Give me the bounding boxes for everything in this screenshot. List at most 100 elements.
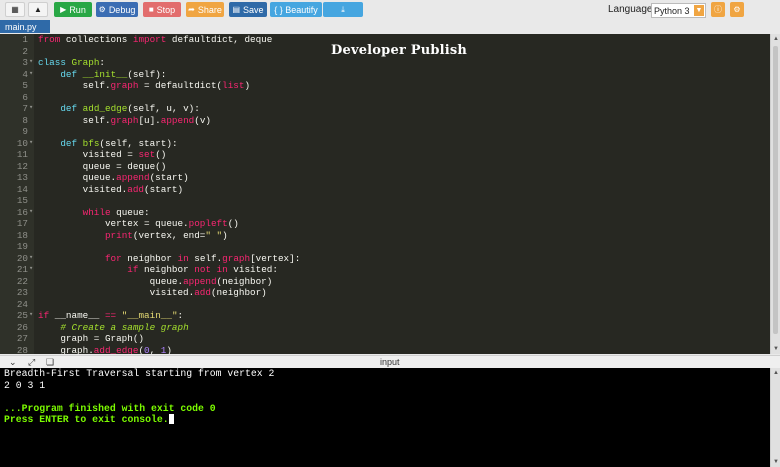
code-line[interactable]: 21 ▾ if neighbor not in visited: <box>0 264 770 276</box>
collapse-icon[interactable]: ⌄ <box>9 357 17 368</box>
file-tab-main[interactable]: main.py <box>0 20 50 33</box>
code-token: list <box>222 80 245 91</box>
code-token: neighbor <box>121 252 178 264</box>
language-select[interactable]: Python 3 ▼ <box>651 3 706 18</box>
code-line[interactable]: 16 ▾ while queue: <box>0 207 770 219</box>
console-title: input <box>380 357 400 367</box>
code-line[interactable]: 11 visited = set() <box>0 149 770 161</box>
stop-button[interactable]: ■ Stop <box>143 2 181 17</box>
code-text: self.graph = defaultdict(list) <box>38 80 250 92</box>
line-number: 12 <box>16 160 28 172</box>
play-icon: ▶ <box>60 4 67 14</box>
line-number: 5 <box>22 80 28 91</box>
code-line[interactable]: 15 <box>0 195 770 207</box>
info-button[interactable]: ⓘ <box>711 2 725 17</box>
code-line[interactable]: 19 <box>0 241 770 253</box>
code-line[interactable]: 9 <box>0 126 770 138</box>
code-token: (self, u, v): <box>127 103 200 114</box>
run-button[interactable]: ▶ Run <box>54 2 92 17</box>
code-token: def <box>60 68 78 80</box>
code-token: (start) <box>144 183 184 195</box>
code-line[interactable]: 22 queue.append(neighbor) <box>0 276 770 288</box>
code-line[interactable]: 25 ▾ if __name__ == "__main__": <box>0 310 770 322</box>
code-line[interactable]: 24 <box>0 299 770 311</box>
fold-icon[interactable]: ▾ <box>29 207 35 219</box>
code-text: if neighbor not in visited: <box>38 264 278 276</box>
code-line[interactable]: 27 graph = Graph() <box>0 333 770 345</box>
code-token: add_edge <box>93 344 139 355</box>
console-scroll-down-icon[interactable]: ▼ <box>773 459 779 465</box>
debug-button[interactable]: ⚙ Debug <box>96 2 138 17</box>
code-line[interactable]: 13 queue.append(start) <box>0 172 770 184</box>
code-line[interactable]: 12 queue = deque() <box>0 161 770 173</box>
share-icon: ➦ <box>188 4 195 14</box>
code-token: class <box>38 57 66 68</box>
editor-scrollbar[interactable]: ▲ ▼ <box>770 34 780 354</box>
settings-button[interactable]: ⚙ <box>730 2 744 17</box>
fold-icon[interactable]: ▾ <box>29 57 35 69</box>
fold-icon[interactable]: ▾ <box>29 69 35 81</box>
code-area[interactable]: 1 from collections import defaultdict, de… <box>0 34 770 354</box>
code-line[interactable]: 14 visited.add(start) <box>0 184 770 196</box>
code-token: neighbor <box>138 264 195 275</box>
code-token: __init__ <box>82 68 128 80</box>
code-line[interactable]: 26 # Create a sample graph <box>0 322 770 334</box>
scroll-down-icon[interactable]: ▼ <box>773 346 779 352</box>
scroll-thumb[interactable] <box>773 46 778 334</box>
fold-icon[interactable]: ▾ <box>29 310 35 322</box>
code-token: not in <box>194 264 228 275</box>
online-ide: ▦ ▲ ▶ Run ⚙ Debug ■ Stop ➦ Share ▤ Save { } B… <box>0 0 780 467</box>
code-token: == <box>104 310 117 321</box>
line-number: 3 <box>22 57 28 68</box>
download-button[interactable]: ⤓ <box>323 2 363 17</box>
line-number: 18 <box>16 229 28 241</box>
code-line[interactable]: 28 graph.add_edge(0, 1) <box>0 345 770 355</box>
code-token: queue: <box>110 206 150 218</box>
console-text: Breadth-First Traversal starting from ve… <box>4 368 275 379</box>
code-token: (self): <box>127 68 167 80</box>
code-token: vertex = queue. <box>38 218 189 229</box>
fold-icon[interactable]: ▾ <box>29 103 35 115</box>
code-text: visited.add(start) <box>38 184 183 196</box>
beautify-button[interactable]: { } Beautify <box>270 2 322 17</box>
line-number: 15 <box>16 195 28 206</box>
console-scrollbar[interactable]: ▲ ▼ <box>770 368 780 467</box>
code-token: if <box>127 264 139 275</box>
code-token: self. <box>38 114 111 126</box>
beautify-label: { } Beautify <box>274 4 318 15</box>
code-token: set <box>138 149 156 160</box>
code-text: for neighbor in self.graph[vertex]: <box>38 253 300 265</box>
code-line[interactable]: 20 ▾ for neighbor in self.graph[vertex]: <box>0 253 770 265</box>
file-icon: ▦ <box>11 4 19 14</box>
code-editor[interactable]: 1 from collections import defaultdict, de… <box>0 34 780 354</box>
code-line[interactable]: 7 ▾ def add_edge(self, u, v): <box>0 103 770 115</box>
save-button[interactable]: ▤ Save <box>229 2 267 17</box>
code-line[interactable]: 10 ▾ def bfs(self, start): <box>0 138 770 150</box>
code-token: add_edge <box>82 103 128 114</box>
new-file-button[interactable]: ▦ <box>5 2 25 17</box>
console-scroll-up-icon[interactable]: ▲ <box>773 370 779 376</box>
code-line[interactable]: 17 vertex = queue.popleft() <box>0 218 770 230</box>
code-line[interactable]: 4 ▾ def __init__(self): <box>0 69 770 81</box>
scroll-up-icon[interactable]: ▲ <box>773 36 779 42</box>
code-line[interactable]: 23 visited.add(neighbor) <box>0 287 770 299</box>
fold-icon[interactable]: ▾ <box>29 253 35 265</box>
copy-icon[interactable]: ❏ <box>46 357 54 368</box>
code-text: graph.add_edge(0, 1) <box>38 345 172 355</box>
expand-icon[interactable]: ⤢ <box>28 357 35 368</box>
fold-icon[interactable]: ▾ <box>29 138 35 150</box>
code-line[interactable]: 5 self.graph = defaultdict(list) <box>0 80 770 92</box>
upload-button[interactable]: ▲ <box>28 2 48 17</box>
code-line[interactable]: 3 ▾ class Graph: <box>0 57 770 69</box>
console-output[interactable]: Breadth-First Traversal starting from ve… <box>0 368 770 467</box>
line-number: 22 <box>16 275 28 287</box>
code-token: : <box>177 310 184 321</box>
code-line[interactable]: 8 self.graph[u].append(v) <box>0 115 770 127</box>
share-button[interactable]: ➦ Share <box>186 2 224 17</box>
code-line[interactable]: 18 print(vertex, end=" ") <box>0 230 770 242</box>
code-token: collections <box>60 34 133 45</box>
fold-icon[interactable]: ▾ <box>29 264 35 276</box>
code-line[interactable]: 6 <box>0 92 770 104</box>
